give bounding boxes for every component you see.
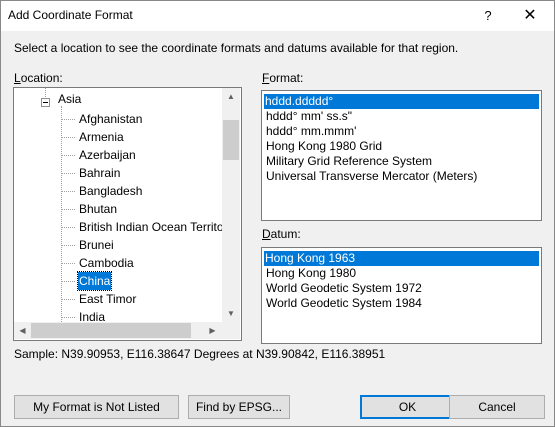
format-list-item[interactable]: Hong Kong 1980 Grid (265, 139, 383, 154)
tree-line (61, 106, 62, 322)
tree-line (45, 88, 46, 97)
tree-item-label: Bangladesh (79, 184, 143, 198)
format-not-listed-button[interactable]: My Format is Not Listed (14, 395, 179, 419)
instruction-text: Select a location to see the coordinate … (14, 41, 459, 55)
format-list-item[interactable]: hddd° mm' ss.s" (265, 109, 353, 124)
help-icon[interactable]: ? (475, 1, 501, 31)
scroll-up-icon[interactable]: ▲ (222, 88, 240, 105)
close-icon[interactable]: ✕ (513, 1, 547, 31)
tree-item-label: Azerbaijan (79, 148, 136, 162)
tree-item-label: Armenia (79, 130, 124, 144)
format-list[interactable]: hddd.ddddd° hddd° mm' ss.s" hddd° mm.mmm' H… (261, 90, 542, 221)
tree-item-label: Afghanistan (79, 112, 143, 126)
tree-line (61, 245, 75, 246)
tree-item-label: Brunei (79, 238, 114, 252)
collapse-icon[interactable] (41, 98, 50, 107)
cancel-button[interactable]: Cancel (449, 395, 545, 419)
datum-list-item[interactable]: Hong Kong 1963 (264, 251, 539, 266)
tree-vertical-scrollbar[interactable]: ▲ ▼ (222, 88, 240, 322)
scroll-right-icon[interactable]: ▶ (204, 322, 221, 339)
tree-horizontal-scrollbar[interactable]: ◀ ▶ (14, 322, 222, 339)
scroll-down-icon[interactable]: ▼ (222, 305, 240, 322)
tree-line (61, 227, 75, 228)
tree-item-label: British Indian Ocean Territor (79, 220, 222, 234)
horizontal-scroll-thumb[interactable] (31, 323, 191, 338)
tree-item-label: China (76, 271, 113, 291)
tree-item-label: Bahrain (79, 166, 121, 180)
datum-list-item[interactable]: World Geodetic System 1972 (265, 281, 423, 296)
tree-item-label: East Timor (79, 292, 137, 306)
tree-line (61, 155, 75, 156)
format-list-item[interactable]: hddd.ddddd° (264, 94, 539, 109)
find-by-epsg-button[interactable]: Find by EPSG... (188, 395, 290, 419)
location-tree-viewport: Asia Afghanistan Armenia Azerbaijan Bahrain… (14, 88, 222, 322)
tree-item-label: India (79, 310, 106, 322)
format-label: Format: (262, 71, 304, 85)
tree-line (61, 191, 75, 192)
location-tree[interactable]: Asia Afghanistan Armenia Azerbaijan Bahrain… (13, 87, 242, 341)
datum-list[interactable]: Hong Kong 1963 Hong Kong 1980 World Geodet… (261, 247, 542, 344)
format-list-item[interactable]: hddd° mm.mmm' (265, 124, 357, 139)
tree-line (61, 173, 75, 174)
tree-line (61, 281, 75, 282)
tree-line (61, 137, 75, 138)
window-title: Add Coordinate Format (8, 8, 133, 22)
vertical-scroll-thumb[interactable] (223, 120, 239, 160)
datum-list-item[interactable]: Hong Kong 1980 (265, 266, 357, 281)
datum-list-item[interactable]: World Geodetic System 1984 (265, 296, 423, 311)
tree-line (61, 299, 75, 300)
datum-label: Datum: (262, 227, 301, 241)
tree-item-label: Bhutan (79, 202, 118, 216)
tree-line (61, 209, 75, 210)
tree-item-label: Cambodia (79, 256, 134, 270)
ok-button[interactable]: OK (360, 395, 455, 419)
tree-line (61, 317, 75, 318)
scroll-left-icon[interactable]: ◀ (14, 322, 31, 339)
add-coordinate-format-dialog: Add Coordinate Format ? ✕ Select a locat… (0, 0, 555, 427)
scroll-corner (222, 322, 240, 339)
tree-line (61, 119, 75, 120)
sample-text: Sample: N39.90953, E116.38647 Degrees at… (14, 347, 386, 361)
location-label: Location: (14, 71, 63, 85)
tree-node-asia[interactable]: Asia (58, 92, 81, 106)
format-list-item[interactable]: Universal Transverse Mercator (Meters) (265, 169, 478, 184)
tree-line (61, 263, 75, 264)
format-list-item[interactable]: Military Grid Reference System (265, 154, 433, 169)
title-bar: Add Coordinate Format ? ✕ (1, 1, 554, 31)
